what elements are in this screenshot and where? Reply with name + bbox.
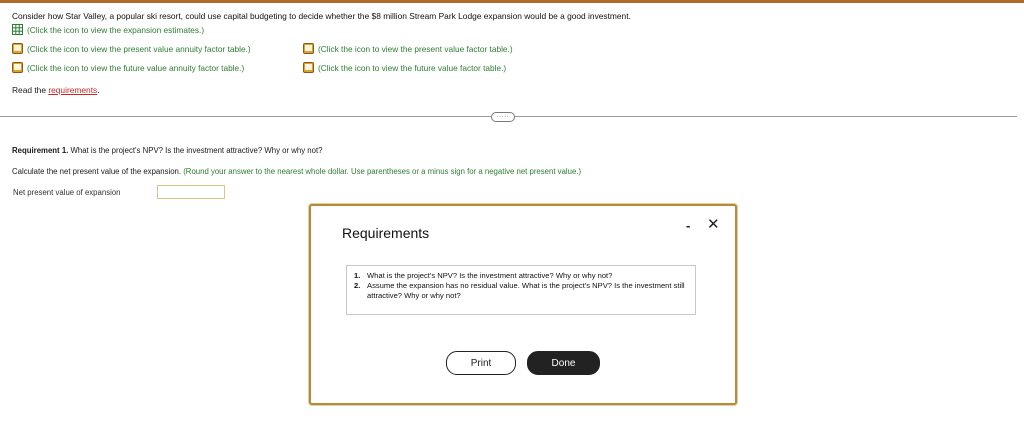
list-item-text: What is the project's NPV? Is the invest… xyxy=(367,271,613,280)
list-item: 2. Assume the expansion has no residual … xyxy=(354,281,689,301)
read-prefix: Read the xyxy=(12,85,49,95)
book-icon xyxy=(12,43,23,54)
table-icon xyxy=(12,24,23,35)
npv-field-label: Net present value of expansion xyxy=(13,188,121,197)
list-item-number: 2. xyxy=(354,281,361,290)
list-item-text: Assume the expansion has no residual val… xyxy=(367,281,685,300)
close-icon[interactable]: ✕ xyxy=(707,215,720,233)
done-button[interactable]: Done xyxy=(527,351,600,375)
requirements-list-box: 1. What is the project's NPV? Is the inv… xyxy=(346,265,696,315)
top-accent-bar xyxy=(0,0,1024,3)
fv-annuity-table-link[interactable]: (Click the icon to view the future value… xyxy=(12,62,244,73)
book-icon xyxy=(303,43,314,54)
requirement-1-label: Requirement 1. xyxy=(12,146,69,155)
npv-input[interactable] xyxy=(157,185,225,199)
minimize-icon[interactable]: - xyxy=(686,218,690,233)
dialog-title: Requirements xyxy=(342,225,430,241)
expansion-estimates-link[interactable]: (Click the icon to view the expansion es… xyxy=(12,24,204,35)
requirements-list: 1. What is the project's NPV? Is the inv… xyxy=(354,271,689,301)
pv-annuity-label: (Click the icon to view the present valu… xyxy=(27,43,251,54)
fv-factor-table-link[interactable]: (Click the icon to view the future value… xyxy=(303,62,506,73)
pv-factor-label: (Click the icon to view the present valu… xyxy=(318,43,513,54)
requirement-1-question: What is the project's NPV? Is the invest… xyxy=(68,146,323,155)
list-item: 1. What is the project's NPV? Is the inv… xyxy=(354,271,689,281)
book-icon xyxy=(12,62,23,73)
intro-text: Consider how Star Valley, a popular ski … xyxy=(12,11,631,21)
read-suffix: . xyxy=(97,85,100,95)
calculate-instruction: Calculate the net present value of the e… xyxy=(12,167,581,176)
pv-annuity-table-link[interactable]: (Click the icon to view the present valu… xyxy=(12,43,251,54)
print-button[interactable]: Print xyxy=(446,351,516,375)
read-requirements: Read the requirements. xyxy=(12,85,100,95)
fv-annuity-label: (Click the icon to view the future value… xyxy=(27,62,245,73)
requirements-link[interactable]: requirements xyxy=(48,85,97,95)
pv-factor-table-link[interactable]: (Click the icon to view the present valu… xyxy=(303,43,513,54)
fv-factor-label: (Click the icon to view the future value… xyxy=(318,62,507,73)
calculate-text: Calculate the net present value of the e… xyxy=(12,167,182,176)
expansion-estimates-label: (Click the icon to view the expansion es… xyxy=(27,24,205,35)
calculate-hint: (Round your answer to the nearest whole … xyxy=(181,167,582,176)
book-icon xyxy=(303,62,314,73)
requirements-dialog: Requirements - ✕ 1. What is the project'… xyxy=(309,204,737,405)
requirement-1-heading: Requirement 1. What is the project's NPV… xyxy=(12,146,322,155)
expand-collapse-handle[interactable]: ····· xyxy=(491,112,515,122)
list-item-number: 1. xyxy=(354,271,361,280)
